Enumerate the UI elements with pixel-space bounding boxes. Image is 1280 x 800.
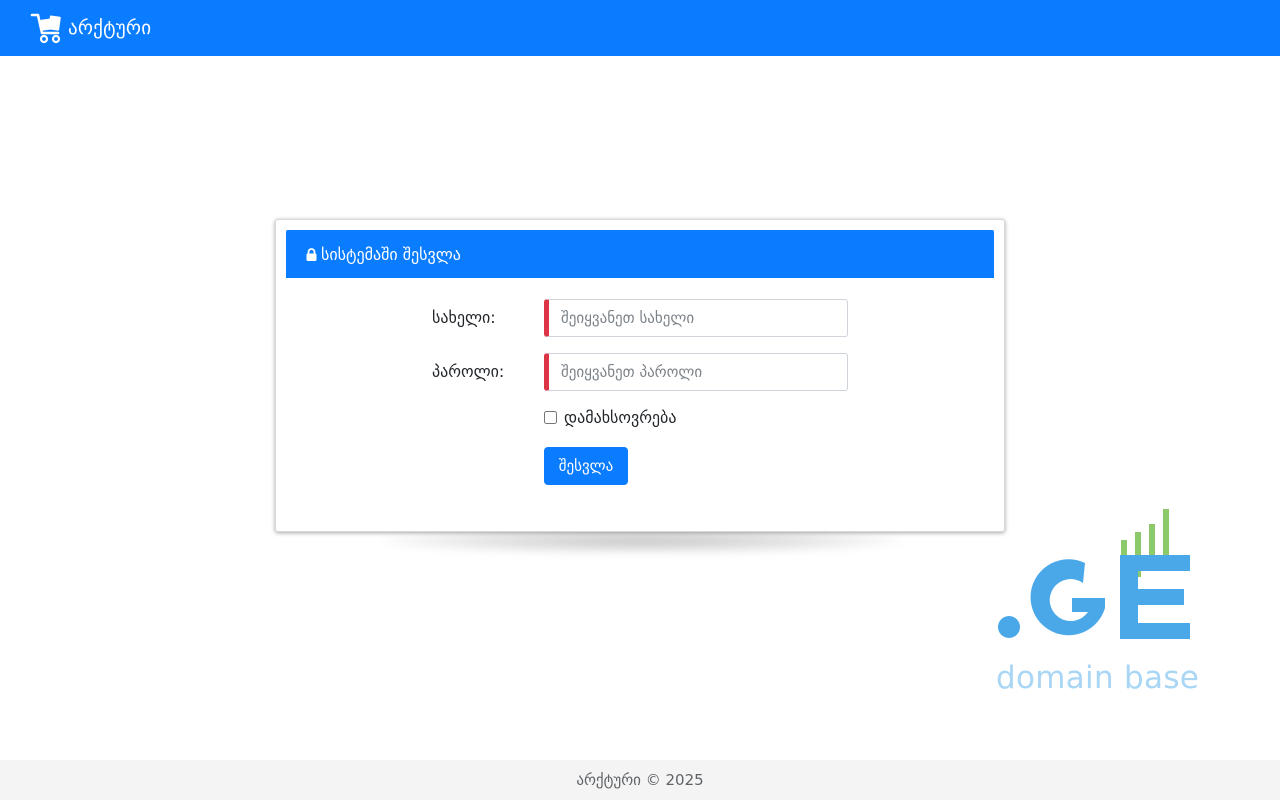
password-input[interactable] (544, 353, 848, 391)
cart-icon (30, 13, 61, 44)
username-input[interactable] (544, 299, 848, 337)
ge-domain-caption: domain base (996, 660, 1200, 696)
brand-link[interactable]: არქტური (30, 12, 151, 44)
remember-checkbox[interactable] (544, 411, 557, 424)
login-card-header: სისტემაში შესვლა (286, 230, 994, 278)
login-title: სისტემაში შესვლა (321, 244, 461, 264)
footer-copyright: არქტური © 2025 (576, 771, 704, 789)
login-submit-button[interactable]: შესვლა (544, 447, 628, 485)
login-card: სისტემაში შესვლა სახელი: პაროლი: დამახსო… (275, 219, 1005, 532)
lock-icon (306, 247, 317, 261)
top-navbar: არქტური (0, 0, 1280, 56)
remember-label[interactable]: დამახსოვრება (564, 408, 676, 427)
page-footer: არქტური © 2025 (0, 760, 1280, 800)
brand-name: არქტური (68, 17, 152, 39)
password-label: პაროლი: (432, 362, 505, 381)
username-label: სახელი: (432, 308, 496, 327)
